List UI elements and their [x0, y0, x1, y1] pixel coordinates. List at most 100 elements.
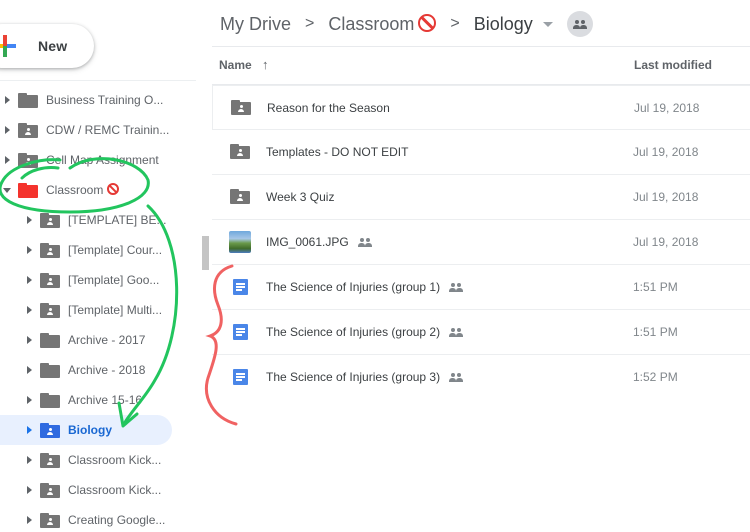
expand-caret-icon[interactable]: [5, 126, 10, 134]
file-row[interactable]: The Science of Injuries (group 1) 1:51 P…: [212, 265, 750, 310]
sidebar-scrollbar[interactable]: [202, 236, 209, 270]
shared-folder-icon: [40, 483, 60, 498]
shared-people-icon: [449, 282, 464, 292]
tree-item-label: Classroom: [46, 183, 104, 197]
new-button-label: New: [38, 38, 68, 54]
shared-folder-icon: [40, 453, 60, 468]
tree-item-archive-2017[interactable]: Archive - 2017: [0, 325, 200, 355]
file-name: The Science of Injuries (group 1): [266, 280, 441, 294]
shared-folder-icon: [40, 273, 60, 288]
column-last-modified[interactable]: Last modified: [634, 58, 712, 72]
breadcrumb-separator: >: [450, 15, 460, 32]
tree-item-classroom-kick-1[interactable]: Classroom Kick...: [0, 445, 200, 475]
column-name[interactable]: Name: [219, 58, 252, 72]
expand-caret-icon[interactable]: [27, 246, 32, 254]
shared-folder-icon: [40, 213, 60, 228]
red-folder-icon: [18, 183, 38, 198]
column-header: Name ↑ Last modified: [212, 47, 750, 85]
no-entry-icon: [418, 13, 437, 32]
plus-icon: [0, 35, 16, 57]
folder-tree: Business Training O... CDW / REMC Traini…: [0, 85, 200, 532]
sort-arrow-up-icon[interactable]: ↑: [262, 57, 269, 72]
expand-caret-icon[interactable]: [27, 306, 32, 314]
expand-caret-icon[interactable]: [27, 486, 32, 494]
breadcrumb-separator: >: [305, 15, 315, 32]
no-entry-icon: [107, 183, 120, 195]
file-modified: 1:51 PM: [633, 280, 678, 294]
file-modified: Jul 19, 2018: [633, 235, 699, 249]
shared-people-icon: [449, 372, 464, 382]
tree-item-label: Archive - 2017: [68, 333, 146, 347]
file-name: Week 3 Quiz: [266, 190, 335, 204]
shared-folder-icon: [18, 123, 38, 138]
file-modified: Jul 19, 2018: [633, 145, 699, 159]
file-row[interactable]: Reason for the Season Jul 19, 2018: [212, 85, 750, 130]
expand-caret-icon[interactable]: [5, 156, 10, 164]
file-modified: 1:51 PM: [633, 325, 678, 339]
expand-caret-icon[interactable]: [27, 276, 32, 284]
file-modified: 1:52 PM: [633, 370, 678, 384]
file-row[interactable]: Week 3 Quiz Jul 19, 2018: [212, 175, 750, 220]
tree-item-cell-map[interactable]: Cell Map Assignment: [0, 145, 200, 175]
expand-caret-icon[interactable]: [27, 216, 32, 224]
tree-item-label: [TEMPLATE] BE...: [68, 213, 167, 227]
sidebar-divider: [0, 80, 196, 81]
tree-item-label: [Template] Cour...: [68, 243, 163, 257]
tree-item-business-training[interactable]: Business Training O...: [0, 85, 200, 115]
folder-icon: [40, 333, 60, 348]
tree-item-classroom[interactable]: Classroom: [0, 175, 200, 205]
chevron-down-icon[interactable]: [542, 21, 553, 27]
tree-item-template-goo[interactable]: [Template] Goo...: [0, 265, 200, 295]
shared-folder-icon: [40, 423, 60, 438]
expand-caret-icon[interactable]: [27, 426, 32, 434]
shared-people-icon: [449, 327, 464, 337]
tree-item-label: [Template] Multi...: [68, 303, 163, 317]
expand-caret-icon[interactable]: [5, 96, 10, 104]
tree-item-label: CDW / REMC Trainin...: [46, 123, 170, 137]
shared-folder-icon: [40, 513, 60, 528]
breadcrumb: My Drive > Classroom > Biology: [220, 10, 593, 38]
tree-item-template-multi[interactable]: [Template] Multi...: [0, 295, 200, 325]
breadcrumb-my-drive[interactable]: My Drive: [220, 14, 291, 35]
image-thumbnail: [229, 231, 251, 253]
file-modified: Jul 19, 2018: [634, 101, 700, 115]
breadcrumb-classroom[interactable]: Classroom: [328, 13, 437, 35]
file-list: Reason for the Season Jul 19, 2018 Templ…: [212, 85, 750, 400]
expand-caret-icon[interactable]: [27, 396, 32, 404]
breadcrumb-biology[interactable]: Biology: [474, 14, 533, 35]
expand-caret-icon[interactable]: [27, 336, 32, 344]
new-button[interactable]: New: [0, 24, 94, 68]
tree-item-label: Classroom Kick...: [68, 483, 162, 497]
people-icon: [572, 19, 587, 29]
tree-item-creating-google[interactable]: Creating Google...: [0, 505, 200, 532]
tree-item-classroom-kick-2[interactable]: Classroom Kick...: [0, 475, 200, 505]
collapse-caret-icon[interactable]: [3, 188, 11, 193]
tree-item-archive-2018[interactable]: Archive - 2018: [0, 355, 200, 385]
folder-icon: [40, 393, 60, 408]
file-name: IMG_0061.JPG: [266, 235, 349, 249]
file-row[interactable]: The Science of Injuries (group 2) 1:51 P…: [212, 310, 750, 355]
tree-item-cdw-remc[interactable]: CDW / REMC Trainin...: [0, 115, 200, 145]
tree-item-biology[interactable]: Biology: [0, 415, 172, 445]
tree-item-label: Biology: [68, 423, 112, 437]
tree-item-label: Creating Google...: [68, 513, 166, 527]
file-modified: Jul 19, 2018: [633, 190, 699, 204]
shared-folder-icon: [230, 189, 250, 204]
tree-item-template-cour[interactable]: [Template] Cour...: [0, 235, 200, 265]
expand-caret-icon[interactable]: [27, 456, 32, 464]
tree-item-template-be[interactable]: [TEMPLATE] BE...: [0, 205, 200, 235]
sidebar: New Business Training O... CDW / REMC Tr…: [0, 0, 200, 532]
shared-folder-button[interactable]: [566, 11, 593, 37]
shared-folder-icon: [40, 243, 60, 258]
tree-item-label: Archive 15-16: [68, 393, 143, 407]
google-doc-icon: [233, 369, 248, 385]
file-row[interactable]: The Science of Injuries (group 3) 1:52 P…: [212, 355, 750, 400]
file-row[interactable]: IMG_0061.JPG Jul 19, 2018: [212, 220, 750, 265]
expand-caret-icon[interactable]: [27, 366, 32, 374]
file-row[interactable]: Templates - DO NOT EDIT Jul 19, 2018: [212, 130, 750, 175]
tree-item-label: Business Training O...: [46, 93, 164, 107]
expand-caret-icon[interactable]: [27, 516, 32, 524]
file-name: Templates - DO NOT EDIT: [266, 145, 409, 159]
tree-item-archive-15-16[interactable]: Archive 15-16: [0, 385, 200, 415]
file-name: Reason for the Season: [267, 101, 390, 115]
